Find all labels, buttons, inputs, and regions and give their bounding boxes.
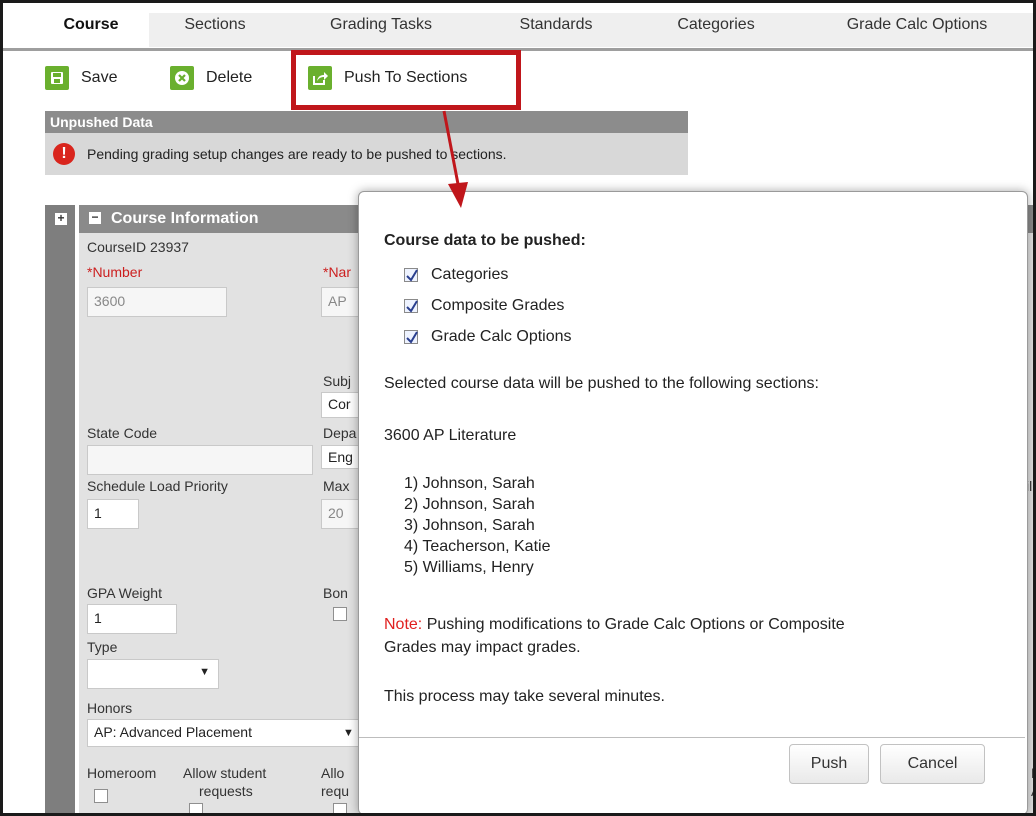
push-dialog: Course data to be pushed: Categories Com… — [358, 191, 1028, 813]
gpa-weight-label: GPA Weight — [87, 585, 162, 601]
unpushed-message: Pending grading setup changes are ready … — [87, 146, 507, 162]
grade-calc-options-option-label: Grade Calc Options — [431, 328, 572, 345]
honors-value: AP: Advanced Placement — [94, 724, 252, 740]
state-code-field[interactable] — [87, 445, 313, 475]
gpa-weight-field[interactable]: 1 — [87, 604, 177, 634]
section-item: 2) Johnson, Sarah — [404, 496, 535, 513]
schedule-priority-field[interactable]: 1 — [87, 499, 139, 529]
alert-icon: ! — [53, 143, 75, 165]
type-label: Type — [87, 639, 118, 655]
dialog-divider — [359, 737, 1025, 738]
tab-grading-tasks[interactable]: Grading Tasks — [281, 13, 481, 47]
dialog-title: Course data to be pushed: — [384, 232, 586, 249]
name-label: *Nar — [323, 264, 352, 280]
subject-label: Subj — [323, 373, 352, 389]
push-button[interactable]: Push — [789, 744, 869, 784]
chevron-down-icon: ▼ — [199, 666, 210, 678]
composite-grades-option-label: Composite Grades — [431, 297, 565, 314]
section-item: 1) Johnson, Sarah — [404, 475, 535, 492]
tab-course[interactable]: Course — [31, 13, 151, 47]
section-item: 4) Teacherson, Katie — [404, 538, 551, 555]
categories-option-label: Categories — [431, 266, 509, 283]
grade-calc-options-checkbox[interactable] — [404, 330, 418, 344]
unpushed-data-header: Unpushed Data — [45, 111, 688, 133]
homeroom-label: Homeroom — [87, 765, 157, 781]
note-text: Pushing modifications to Grade Calc Opti… — [422, 616, 845, 633]
allow-label: Allo — [321, 765, 345, 781]
tab-bar: Course Sections Grading Tasks Standards … — [3, 3, 1033, 49]
selected-data-text: Selected course data will be pushed to t… — [384, 375, 819, 392]
save-button[interactable]: Save — [45, 63, 117, 93]
allow-checkbox[interactable] — [333, 803, 347, 813]
honors-chevron-icon: ▼ — [343, 727, 354, 739]
number-field[interactable]: 3600 — [87, 287, 227, 317]
save-label: Save — [81, 69, 118, 86]
section-item: 3) Johnson, Sarah — [404, 517, 535, 534]
delete-button[interactable]: Delete — [170, 63, 252, 93]
subject-field[interactable]: Cor — [321, 392, 361, 418]
section-item: 5) Williams, Henry — [404, 559, 534, 576]
process-time-text: This process may take several minutes. — [384, 688, 665, 705]
allow-student-label-2: requests — [199, 783, 253, 799]
composite-grades-checkbox[interactable] — [404, 299, 418, 313]
categories-checkbox[interactable] — [404, 268, 418, 282]
type-select[interactable]: ▼ — [87, 659, 219, 689]
note-line-1: Note: Pushing modifications to Grade Cal… — [384, 616, 845, 634]
tab-sections[interactable]: Sections — [149, 13, 281, 47]
tab-categories[interactable]: Categories — [631, 13, 801, 47]
course-id: CourseID 23937 — [87, 239, 189, 255]
bonus-checkbox[interactable] — [333, 607, 347, 621]
course-name: 3600 AP Literature — [384, 427, 517, 444]
right-edge-label-3: F — [1031, 765, 1033, 781]
max-field[interactable]: 20 — [321, 499, 361, 529]
left-strip — [45, 205, 75, 813]
max-label: Max — [323, 478, 350, 494]
right-edge-label-4: A — [1031, 783, 1033, 799]
allow-student-label: Allow student — [183, 765, 267, 781]
collapse-icon[interactable]: − — [89, 211, 101, 224]
note-prefix: Note: — [384, 616, 423, 633]
state-code-label: State Code — [87, 425, 158, 441]
save-icon — [45, 66, 69, 90]
delete-icon — [170, 66, 194, 90]
number-label: *Number — [87, 264, 143, 280]
department-field[interactable]: Eng — [321, 445, 361, 469]
cancel-button[interactable]: Cancel — [880, 744, 985, 784]
allow-student-checkbox[interactable] — [189, 803, 203, 813]
schedule-priority-label: Schedule Load Priority — [87, 478, 228, 494]
honors-select[interactable]: AP: Advanced Placement — [87, 719, 359, 747]
expand-icon[interactable]: + — [55, 212, 67, 225]
name-field[interactable]: AP — [321, 287, 361, 317]
bonus-label: Bon — [323, 585, 348, 601]
honors-label: Honors — [87, 700, 133, 716]
department-label: Depa — [323, 425, 357, 441]
tab-standards[interactable]: Standards — [481, 13, 631, 47]
highlight-box — [291, 50, 521, 110]
app-frame: Course Sections Grading Tasks Standards … — [0, 0, 1036, 816]
course-information-title: Course Information — [111, 210, 259, 227]
homeroom-checkbox[interactable] — [94, 789, 108, 803]
allow-label-2: requ — [321, 783, 350, 799]
delete-label: Delete — [206, 69, 253, 86]
note-line-2: Grades may impact grades. — [384, 639, 581, 656]
tab-grade-calc-options[interactable]: Grade Calc Options — [801, 13, 1033, 47]
